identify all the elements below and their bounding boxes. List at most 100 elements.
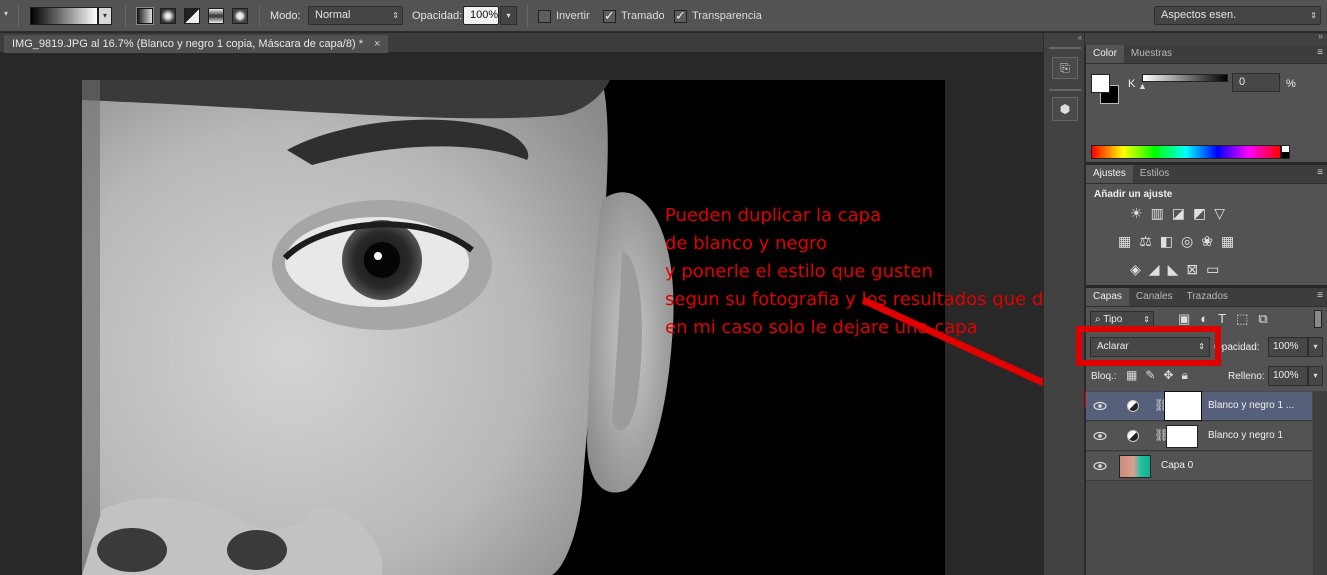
invert-checkbox[interactable]: Invertir: [538, 0, 590, 32]
options-bar: ▾ ▾ Modo: Normal ⇕ Opacidad: 100% ▾ Inve…: [0, 0, 1327, 32]
layer-mask-thumbnail[interactable]: [1166, 425, 1198, 448]
black-white-icon[interactable]: ◧: [1160, 233, 1181, 249]
collapse-arrows-icon[interactable]: »: [1318, 31, 1323, 41]
opacity-value: 100%: [470, 9, 499, 21]
invert-icon[interactable]: ◈: [1130, 261, 1149, 277]
curves-icon[interactable]: ◪: [1172, 205, 1193, 221]
layer-row[interactable]: Capa 0: [1086, 452, 1312, 481]
3d-panel-icon[interactable]: ⬢: [1052, 97, 1078, 121]
slider-thumb-icon[interactable]: ▲: [1138, 81, 1147, 91]
color-balance-icon[interactable]: ⚖: [1139, 233, 1160, 249]
gradient-dropdown-button[interactable]: ▾: [98, 7, 112, 25]
tab-adjustments[interactable]: Ajustes: [1086, 165, 1133, 183]
gradient-preview[interactable]: [30, 7, 98, 25]
opacity-dropdown-button[interactable]: ▾: [500, 6, 517, 25]
lock-icons: ▦✎✥🔒︎: [1126, 368, 1196, 383]
tab-paths[interactable]: Trazados: [1180, 288, 1235, 306]
foreground-color-swatch[interactable]: [1091, 74, 1110, 93]
photo-filter-icon[interactable]: ◎: [1181, 233, 1201, 249]
mode-label: Modo:: [270, 10, 301, 22]
k-slider[interactable]: [1142, 74, 1228, 82]
adjustment-layer-icon: [1127, 430, 1139, 442]
channel-mixer-icon[interactable]: ❀: [1201, 233, 1221, 249]
lock-transparency-icon[interactable]: ▦: [1126, 368, 1145, 382]
add-adjustment-heading: Añadir un ajuste: [1094, 189, 1173, 200]
fill-value: 100%: [1273, 370, 1299, 381]
layer-opacity-dropdown[interactable]: ▾: [1308, 337, 1323, 357]
levels-icon[interactable]: ▥: [1151, 205, 1172, 221]
vibrance-icon[interactable]: ▽: [1214, 205, 1233, 221]
layer-row[interactable]: ⛓ Blanco y negro 1: [1086, 422, 1312, 451]
layer-opacity-input[interactable]: 100%: [1268, 337, 1308, 357]
lock-label: Bloq.:: [1091, 371, 1117, 382]
type-layer-filter-icon[interactable]: T: [1218, 311, 1236, 326]
checkmark-icon: [674, 8, 687, 24]
invert-label: Invertir: [556, 10, 590, 22]
layer-filter-icons: ▣◐T⬚⧉: [1178, 311, 1278, 327]
color-panel: Color Muestras ≡ K ▲ 0 %: [1086, 45, 1327, 162]
black-white-swatch[interactable]: [1281, 145, 1290, 159]
visibility-eye-icon[interactable]: [1093, 429, 1107, 443]
posterize-icon[interactable]: ◢: [1149, 261, 1168, 277]
linear-gradient-icon[interactable]: [137, 8, 153, 24]
layer-row[interactable]: ⛓ Blanco y negro 1 ...: [1086, 391, 1312, 421]
tab-swatches[interactable]: Muestras: [1124, 45, 1179, 63]
angle-gradient-icon[interactable]: [184, 8, 200, 24]
adjustment-icons-row-2: ▦⚖◧◎❀▦: [1118, 233, 1242, 250]
lock-pixels-icon[interactable]: ✎: [1145, 368, 1163, 382]
panel-menu-icon[interactable]: ≡: [1317, 290, 1323, 301]
color-spectrum-ramp[interactable]: [1091, 145, 1281, 159]
k-value-input[interactable]: 0: [1232, 73, 1280, 92]
pixel-layer-filter-icon[interactable]: ▣: [1178, 311, 1200, 326]
layer-thumbnail[interactable]: [1119, 455, 1151, 478]
diamond-gradient-icon[interactable]: [232, 8, 248, 24]
gradient-map-icon[interactable]: ▭: [1206, 261, 1227, 277]
layer-mask-thumbnail[interactable]: [1164, 391, 1202, 421]
radial-gradient-icon[interactable]: [160, 8, 176, 24]
transparency-checkbox[interactable]: Transparencia: [674, 0, 762, 32]
layers-scrollbar[interactable]: [1313, 391, 1327, 575]
lock-position-icon[interactable]: ✥: [1163, 368, 1181, 382]
selective-color-icon[interactable]: ⊠: [1186, 261, 1206, 277]
threshold-icon[interactable]: ◣: [1168, 261, 1187, 277]
shape-layer-filter-icon[interactable]: ⬚: [1236, 311, 1258, 326]
exposure-icon[interactable]: ◩: [1193, 205, 1214, 221]
filter-value: Tipo: [1103, 314, 1123, 325]
smart-object-filter-icon[interactable]: ⧉: [1258, 311, 1277, 326]
tab-channels[interactable]: Canales: [1129, 288, 1180, 306]
color-lookup-icon[interactable]: ▦: [1221, 233, 1242, 249]
opacity-input[interactable]: 100%: [463, 6, 499, 25]
tool-preset-arrow-icon[interactable]: ▾: [4, 9, 8, 18]
filter-toggle-switch[interactable]: [1314, 310, 1322, 328]
tab-color[interactable]: Color: [1086, 45, 1124, 63]
tab-styles[interactable]: Estilos: [1133, 165, 1176, 183]
updown-arrows-icon: ⇕: [1310, 11, 1317, 20]
close-icon[interactable]: ×: [374, 38, 380, 50]
tab-layers[interactable]: Capas: [1086, 288, 1129, 306]
mode-select[interactable]: Normal ⇕: [308, 6, 403, 25]
transparency-label: Transparencia: [692, 10, 762, 22]
lock-all-icon[interactable]: 🔒︎: [1181, 368, 1195, 382]
visibility-eye-icon[interactable]: [1093, 399, 1107, 413]
canvas-area[interactable]: Pueden duplicar la capa de blanco y negr…: [0, 54, 1098, 575]
panel-menu-icon[interactable]: ≡: [1317, 167, 1323, 178]
reflected-gradient-icon[interactable]: [208, 8, 224, 24]
fill-input[interactable]: 100%: [1268, 366, 1308, 386]
fill-dropdown[interactable]: ▾: [1308, 366, 1323, 386]
visibility-eye-icon[interactable]: [1093, 459, 1107, 473]
checkmark-icon: [603, 8, 616, 24]
brightness-icon[interactable]: ☀: [1130, 205, 1151, 221]
layer-opacity-value: 100%: [1273, 341, 1299, 352]
mode-value: Normal: [315, 9, 351, 21]
checkbox-icon: [538, 9, 551, 23]
adjustment-icons-row-1: ☀▥◪◩▽: [1130, 205, 1233, 222]
history-panel-icon[interactable]: ⎘: [1052, 57, 1078, 79]
adjustment-layer-filter-icon[interactable]: ◐: [1200, 311, 1218, 326]
dither-checkbox[interactable]: Tramado: [603, 0, 665, 32]
workspace-select[interactable]: Aspectos esen. ⇕: [1154, 6, 1321, 25]
panel-menu-icon[interactable]: ≡: [1317, 47, 1323, 58]
collapse-arrows-icon[interactable]: «: [1044, 33, 1086, 43]
document-tab[interactable]: IMG_9819.JPG al 16.7% (Blanco y negro 1 …: [4, 35, 389, 53]
hue-saturation-icon[interactable]: ▦: [1118, 233, 1139, 249]
fill-label: Relleno:: [1228, 371, 1265, 382]
